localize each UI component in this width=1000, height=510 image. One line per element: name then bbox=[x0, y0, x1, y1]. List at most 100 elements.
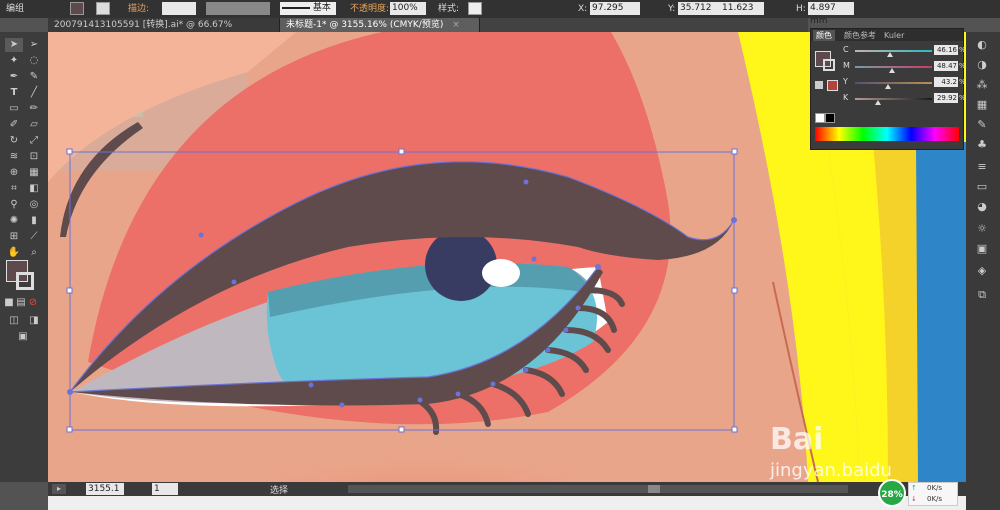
slider-track-y[interactable] bbox=[855, 82, 932, 84]
artboard-number-field[interactable]: 1 bbox=[152, 483, 178, 495]
magic-wand-icon[interactable]: ✦ bbox=[5, 54, 23, 68]
slider-value-y[interactable]: 43.2 bbox=[934, 77, 958, 87]
fill-swatch[interactable] bbox=[70, 2, 84, 15]
shape-builder-icon[interactable]: ⊕ bbox=[5, 166, 23, 180]
column-graph-icon[interactable]: ▮ bbox=[25, 214, 43, 228]
transparency-icon[interactable]: ◕ bbox=[974, 200, 990, 214]
artboards-icon[interactable]: ⧉ bbox=[974, 288, 990, 302]
draw-behind-icon[interactable]: ◨ bbox=[25, 314, 43, 328]
slice-icon[interactable]: ⟋ bbox=[25, 230, 43, 244]
none-mode-icon[interactable]: ⊘ bbox=[28, 296, 38, 310]
paintbrush-icon[interactable]: ✏ bbox=[25, 102, 43, 116]
graphic-styles-icon[interactable]: ▣ bbox=[974, 242, 990, 256]
layers-icon[interactable]: ◈ bbox=[974, 264, 990, 278]
eyedropper-icon[interactable]: ⚲ bbox=[5, 198, 23, 212]
type-icon[interactable]: T bbox=[5, 86, 23, 100]
none-swatch[interactable] bbox=[815, 113, 825, 123]
hand-icon[interactable]: ✋ bbox=[5, 246, 23, 260]
color-mode-icon[interactable]: ■ bbox=[4, 296, 14, 310]
perspective-grid-icon[interactable]: ▦ bbox=[25, 166, 43, 180]
appearance-icon[interactable]: ☼ bbox=[974, 222, 990, 236]
draw-mode-icon[interactable]: ◫ bbox=[5, 314, 23, 328]
stroke-icon[interactable]: ≡ bbox=[974, 160, 990, 174]
direct-selection-icon[interactable]: ➢ bbox=[25, 38, 43, 52]
artboard-icon[interactable]: ⊞ bbox=[5, 230, 23, 244]
kuler-icon[interactable]: ⁂ bbox=[974, 78, 990, 92]
symbols-icon[interactable]: ♣ bbox=[974, 138, 990, 152]
zoom-field[interactable]: 3155.1 bbox=[86, 483, 124, 495]
scroll-thumb[interactable] bbox=[648, 485, 660, 493]
status-menu-icon[interactable]: ▸ bbox=[52, 484, 66, 494]
slider-thumb-k[interactable] bbox=[875, 100, 882, 105]
slider-label-y: Y bbox=[843, 77, 848, 86]
tab-kuler[interactable]: Kuler bbox=[881, 30, 907, 41]
x-field[interactable]: 97.295 mm bbox=[590, 2, 640, 26]
color-spectrum[interactable] bbox=[815, 127, 959, 141]
percent-sign: % bbox=[959, 78, 966, 86]
stroke-swatch[interactable] bbox=[96, 2, 110, 15]
color-panel-icon[interactable]: ◐ bbox=[974, 38, 990, 52]
color-panel: 颜色 颜色参考 Kuler C 46.16 % M 48.47 % Y 43.2… bbox=[810, 28, 966, 150]
mesh-icon[interactable]: ⌗ bbox=[5, 182, 23, 196]
slider-thumb-m[interactable] bbox=[888, 68, 895, 73]
rotate-icon[interactable]: ↻ bbox=[5, 134, 23, 148]
blend-icon[interactable]: ◎ bbox=[25, 198, 43, 212]
w-field[interactable]: 11.623 mm bbox=[720, 2, 764, 26]
brush-style-field[interactable]: 基本 bbox=[280, 2, 336, 15]
close-icon[interactable]: × bbox=[452, 20, 460, 30]
curvature-icon[interactable]: ✎ bbox=[25, 70, 43, 84]
graphic-style-swatch[interactable] bbox=[468, 2, 482, 15]
toolbox: ➤ ➢ ✦ ◌ ✒ ✎ T ╱ ▭ ✏ ✐ ▱ ↻ ⤢ ≋ ⊡ ⊕ ▦ ⌗ ◧ … bbox=[0, 32, 48, 482]
eraser-icon[interactable]: ▱ bbox=[25, 118, 43, 132]
variable-width-field[interactable] bbox=[206, 2, 270, 15]
swatches-icon[interactable]: ▦ bbox=[974, 98, 990, 112]
screen-mode-icon[interactable]: ▣ bbox=[14, 330, 32, 344]
slider-label-m: M bbox=[843, 61, 850, 70]
gamut-swatch[interactable] bbox=[827, 80, 838, 91]
brushes-icon[interactable]: ✎ bbox=[974, 118, 990, 132]
slider-value-m[interactable]: 48.47 bbox=[934, 61, 958, 71]
slider-label-k: K bbox=[843, 93, 849, 102]
speed-box: ↑ 0K/s ↓ 0K/s bbox=[908, 482, 958, 506]
upload-arrow-icon: ↑ bbox=[911, 484, 917, 492]
color-guide-icon[interactable]: ◑ bbox=[974, 58, 990, 72]
opacity-label[interactable]: 不透明度: bbox=[350, 3, 389, 15]
slider-thumb-y[interactable] bbox=[885, 84, 892, 89]
stroke-color-box[interactable] bbox=[16, 272, 34, 290]
gradient-panel-icon[interactable]: ▭ bbox=[974, 180, 990, 194]
h-field[interactable]: 4.897 mm bbox=[808, 2, 854, 26]
slider-track-c[interactable] bbox=[855, 50, 932, 52]
slider-track-k[interactable] bbox=[855, 98, 932, 100]
free-transform-icon[interactable]: ⊡ bbox=[25, 150, 43, 164]
slider-value-k[interactable]: 29.92 bbox=[934, 93, 958, 103]
stroke-weight-field[interactable] bbox=[162, 2, 196, 15]
tab-color-guide[interactable]: 颜色参考 bbox=[841, 30, 879, 41]
tab-color[interactable]: 颜色 bbox=[813, 30, 835, 41]
line-icon[interactable]: ╱ bbox=[25, 86, 43, 100]
percent-sign: % bbox=[959, 46, 966, 54]
tab-document-1[interactable]: 200791413105591 [转换].ai* @ 66.67% (RGB/G… bbox=[48, 18, 280, 44]
width-icon[interactable]: ≋ bbox=[5, 150, 23, 164]
rectangle-icon[interactable]: ▭ bbox=[5, 102, 23, 116]
gradient-mode-icon[interactable]: ▤ bbox=[16, 296, 26, 310]
opacity-field[interactable]: 100% bbox=[390, 2, 426, 15]
network-widget[interactable]: 28% ↑ 0K/s ↓ 0K/s bbox=[878, 476, 964, 510]
scale-icon[interactable]: ⤢ bbox=[25, 134, 43, 148]
y-field[interactable]: 35.712 mm bbox=[678, 2, 720, 26]
pen-icon[interactable]: ✒ bbox=[5, 70, 23, 84]
tab-document-2[interactable]: 未标题-1* @ 3155.16% (CMYK/预览) × bbox=[280, 18, 480, 32]
stroke-label[interactable]: 描边: bbox=[128, 3, 149, 15]
slider-value-c[interactable]: 46.16 bbox=[934, 45, 958, 55]
pencil-icon[interactable]: ✐ bbox=[5, 118, 23, 132]
selection-arrow-icon[interactable]: ➤ bbox=[5, 38, 23, 52]
black-swatch[interactable] bbox=[825, 113, 835, 123]
symbol-sprayer-icon[interactable]: ✺ bbox=[5, 214, 23, 228]
control-bar: 编组 描边: 基本 不透明度: 100% 样式: X: 97.295 mm Y:… bbox=[0, 0, 1000, 26]
memory-percent-badge[interactable]: 28% bbox=[878, 479, 906, 507]
zoom-icon[interactable]: ⌕ bbox=[25, 246, 43, 260]
gradient-icon[interactable]: ◧ bbox=[25, 182, 43, 196]
lasso-icon[interactable]: ◌ bbox=[25, 54, 43, 68]
slider-thumb-c[interactable] bbox=[887, 52, 894, 57]
out-of-gamut-icon[interactable] bbox=[815, 81, 823, 89]
panel-stroke-box[interactable] bbox=[823, 59, 835, 71]
